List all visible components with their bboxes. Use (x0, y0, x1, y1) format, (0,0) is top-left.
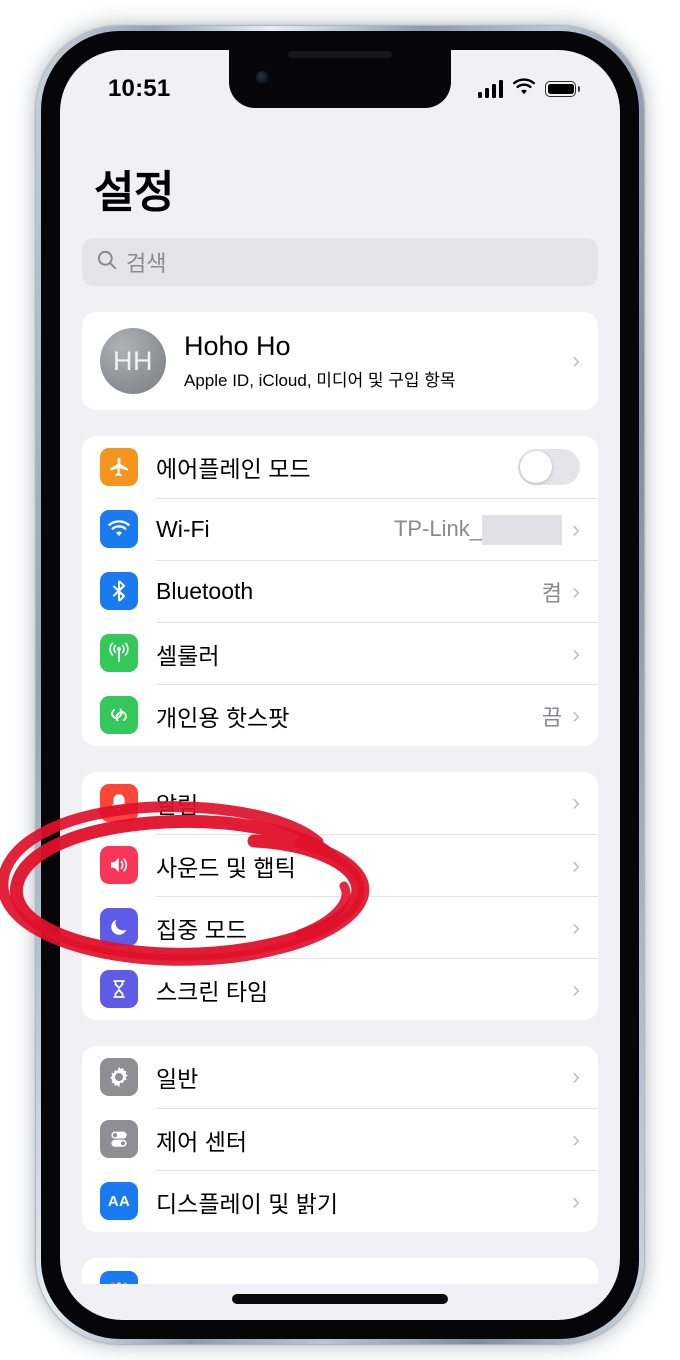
settings-row-sounds-haptics[interactable]: 사운드 및 햅틱 › (82, 834, 598, 896)
hourglass-icon (100, 970, 138, 1008)
chevron-right-icon: › (572, 851, 580, 879)
settings-scroll-view[interactable]: 설정 검색 HH Hoho Ho Apple ID, iCloud, 미디어 및… (60, 112, 620, 1320)
settings-row-label: Bluetooth (156, 578, 254, 604)
redaction-block (482, 514, 562, 545)
display-aa-label: AA (107, 1192, 131, 1210)
status-time: 10:51 (108, 75, 171, 102)
home-indicator[interactable] (232, 1294, 448, 1304)
chevron-right-icon: › (572, 975, 580, 1003)
chevron-right-icon: › (572, 913, 580, 941)
settings-row-general[interactable]: 일반 › (82, 1046, 598, 1108)
phone-screen: 10:51 설정 검색 HH Hoho Ho Apple ID, iCloud,… (60, 50, 620, 1320)
wifi-icon (100, 510, 138, 548)
status-indicators (477, 77, 580, 101)
moon-focus-icon (100, 908, 138, 946)
wifi-network-value: TP-Link_ (394, 514, 562, 545)
airplane-mode-toggle[interactable] (518, 449, 580, 485)
chevron-right-icon: › (572, 577, 580, 605)
settings-row-label: 셀룰러 (156, 642, 220, 669)
hotspot-link-icon (100, 696, 138, 734)
wifi-icon (512, 77, 536, 101)
apple-id-subtitle: Apple ID, iCloud, 미디어 및 구입 항목 (184, 370, 456, 390)
search-placeholder: 검색 (126, 251, 167, 276)
chevron-right-icon: › (572, 701, 580, 729)
settings-group-connectivity: 에어플레인 모드 Wi-Fi TP-Link_ › Bluetooth 켬 › … (82, 436, 598, 746)
settings-row-label: 스크린 타임 (156, 978, 269, 1005)
gear-icon (100, 1058, 138, 1096)
phone-device-frame: 10:51 설정 검색 HH Hoho Ho Apple ID, iCloud,… (36, 26, 644, 1344)
settings-row-cellular[interactable]: 셀룰러 › (82, 622, 598, 684)
settings-row-label: 개인용 핫스팟 (156, 704, 290, 731)
phone-bezel: 10:51 설정 검색 HH Hoho Ho Apple ID, iCloud,… (41, 31, 639, 1339)
settings-row-personal-hotspot[interactable]: 개인용 핫스팟 끔 › (82, 684, 598, 746)
airplane-icon (100, 448, 138, 486)
earpiece-speaker-icon (288, 51, 392, 58)
settings-group-system: 일반 › 제어 센터 › AA 디스플레이 및 밝기 › (82, 1046, 598, 1232)
battery-full-icon (545, 81, 580, 97)
chevron-right-icon: › (572, 515, 580, 543)
settings-row-home-screen[interactable] (82, 1258, 598, 1284)
apple-id-group: HH Hoho Ho Apple ID, iCloud, 미디어 및 구입 항목… (82, 312, 598, 410)
chevron-right-icon: › (572, 347, 580, 374)
settings-row-label: 제어 센터 (156, 1128, 248, 1155)
notch (229, 50, 451, 108)
settings-row-airplane-mode[interactable]: 에어플레인 모드 (82, 436, 598, 498)
settings-row-display-brightness[interactable]: AA 디스플레이 및 밝기 › (82, 1170, 598, 1232)
speaker-volume-icon (100, 846, 138, 884)
page-title: 설정 (94, 168, 174, 217)
settings-row-value: 켬 (541, 580, 562, 606)
chevron-right-icon: › (572, 1063, 580, 1090)
control-center-toggles-icon (100, 1120, 138, 1158)
settings-row-value: 끔 (541, 704, 562, 730)
cellular-bars-icon (477, 80, 504, 98)
settings-group-alerts: 알림 › 사운드 및 햅틱 › 집중 모드 › 스크린 타임 › (82, 772, 598, 1020)
search-icon (96, 249, 118, 276)
settings-row-wifi[interactable]: Wi-Fi TP-Link_ › (82, 498, 598, 560)
settings-row-label: 사운드 및 햅틱 (156, 854, 296, 881)
display-aa-icon: AA (100, 1182, 138, 1220)
settings-row-label: 디스플레이 및 밝기 (156, 1190, 339, 1217)
settings-row-label: 에어플레인 모드 (156, 456, 311, 482)
chevron-right-icon: › (572, 1187, 580, 1215)
settings-row-control-center[interactable]: 제어 센터 › (82, 1108, 598, 1170)
settings-row-screen-time[interactable]: 스크린 타임 › (82, 958, 598, 1020)
search-input[interactable]: 검색 (82, 238, 598, 286)
avatar: HH (100, 328, 166, 394)
apple-id-name: Hoho Ho (184, 331, 291, 362)
bluetooth-icon (100, 572, 138, 610)
cellular-antenna-icon (100, 634, 138, 672)
apple-id-row[interactable]: HH Hoho Ho Apple ID, iCloud, 미디어 및 구입 항목… (82, 312, 598, 410)
chevron-right-icon: › (572, 789, 580, 816)
home-screen-grid-icon (100, 1271, 138, 1284)
settings-row-focus[interactable]: 집중 모드 › (82, 896, 598, 958)
settings-row-label: Wi-Fi (156, 516, 210, 542)
chevron-right-icon: › (572, 1125, 580, 1153)
settings-row-label: 알림 (156, 792, 199, 818)
chevron-right-icon: › (572, 639, 580, 667)
settings-group-partial[interactable] (82, 1258, 598, 1284)
notification-bell-icon (100, 784, 138, 822)
settings-row-label: 일반 (156, 1066, 199, 1092)
front-camera-icon (256, 71, 269, 84)
settings-row-notifications[interactable]: 알림 › (82, 772, 598, 834)
settings-row-bluetooth[interactable]: Bluetooth 켬 › (82, 560, 598, 622)
settings-row-label: 집중 모드 (156, 916, 248, 943)
